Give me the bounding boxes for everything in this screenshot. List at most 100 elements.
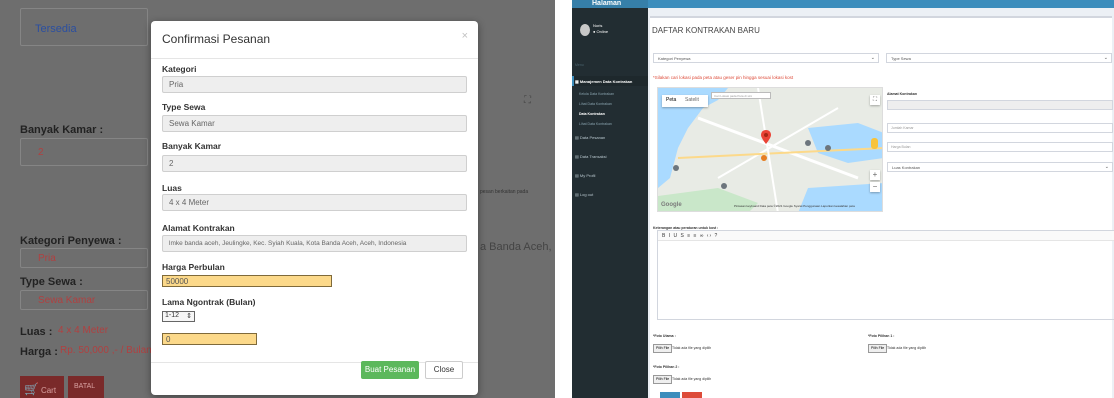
sidebar-item-pesanan[interactable]: ▤ Data Pesanan xyxy=(575,135,605,140)
lama-ngontrak-label: Lama Ngontrak (Bulan) xyxy=(162,297,256,307)
harga-bulan-input[interactable]: Harga Bulan xyxy=(887,142,1113,152)
sidebar-item-lihat-1[interactable]: Lihat Data Kontrakan xyxy=(579,102,612,106)
zoom-out-button[interactable]: − xyxy=(870,182,880,192)
cart-button[interactable]: 🛒 Cart xyxy=(20,376,64,398)
sidebar-item-logout[interactable]: ▤ Log out xyxy=(575,192,593,197)
type-sewa-select[interactable]: Type Sewa ⌄ xyxy=(886,53,1112,63)
harga-perbulan-field[interactable]: 50000 xyxy=(162,275,332,287)
bg-type-sewa-value: Sewa Kamar xyxy=(38,295,96,306)
chevron-down-icon: ⌄ xyxy=(870,55,875,61)
select-arrow-icon: ⇕ xyxy=(186,313,192,320)
kategori-penyewa-select[interactable]: Kategori Penyewa ⌄ xyxy=(653,53,879,63)
sidebar-item-manajemen[interactable]: ▦ Manajemen Data Kontrakan xyxy=(575,79,632,84)
sidebar-item-profil[interactable]: ▤ My Profil xyxy=(575,173,595,178)
bg-type-sewa-box: Sewa Kamar xyxy=(20,290,148,310)
foto-utama-label: *Foto Utama : xyxy=(653,334,676,338)
expand-icon[interactable]: ⛶ xyxy=(524,95,531,106)
bg-kategori-box: Pria xyxy=(20,248,148,268)
foto-utama-file-button[interactable]: Pilih File xyxy=(653,344,673,353)
sidebar: Noris ● Online Menu ▦ Manajemen Data Kon… xyxy=(572,8,648,398)
batal-button[interactable]: BATAL xyxy=(68,376,104,398)
sidebar-item-label: Data Pesanan xyxy=(579,135,606,140)
bg-banyak-kamar-value: 2 xyxy=(38,147,44,158)
alamat-kontrakan-label: Alamat Kontrakan xyxy=(887,92,917,96)
foto-pilihan2-file-button[interactable]: Pilih File xyxy=(653,375,673,384)
kategori-label: Kategori xyxy=(162,64,197,74)
bg-type-sewa-label: Type Sewa : xyxy=(20,276,83,288)
bg-banyak-kamar-label: Banyak Kamar : xyxy=(20,124,104,136)
kategori-field[interactable]: Pria xyxy=(162,76,467,93)
type-sewa-label: Type Sewa xyxy=(162,102,206,112)
bg-kategori-value: Pria xyxy=(38,253,56,264)
admin-dashboard-screen: Halaman Noris ● Online Menu ▦ Manajemen … xyxy=(572,0,1114,398)
foto-pilihan1-label: *Foto Pilihan 1 : xyxy=(868,334,895,338)
close-icon[interactable]: × xyxy=(462,30,468,42)
cart-button-label: Cart xyxy=(40,386,57,395)
chevron-down-icon: ⌄ xyxy=(1104,164,1109,170)
status-value: Tersedia xyxy=(35,23,77,35)
foto-pilihan1-file-status: Tidak ada file yang dipilih xyxy=(887,346,927,350)
alamat-kontrakan-input[interactable] xyxy=(887,100,1113,110)
sidebar-item-transaksi[interactable]: ▤ Data Transaksi xyxy=(575,154,607,159)
foto-pilihan2-file-status: Tidak ada file yang dipilih xyxy=(672,377,712,381)
reset-button[interactable] xyxy=(682,392,702,398)
luas-select-value: Luas Kontrakan xyxy=(892,165,921,170)
bg-harga-label: Harga : xyxy=(20,346,58,358)
banyak-kamar-field[interactable]: 2 xyxy=(162,155,467,172)
sidebar-item-label: My Profil xyxy=(579,173,596,178)
buat-pesanan-button[interactable]: Buat Pesanan xyxy=(361,361,419,379)
modal-title: Confirmasi Pesanan xyxy=(162,32,271,46)
sidebar-item-lihat-2[interactable]: Lihat Data Kontrakan xyxy=(579,122,612,126)
avatar xyxy=(580,24,590,36)
brand-logo[interactable]: Halaman xyxy=(572,0,648,8)
user-status: ● Online xyxy=(593,29,609,34)
editor-toolbar[interactable]: B I U S ≡ ≡ ∞ ‹› ? xyxy=(658,231,1114,241)
kategori-select-value: Kategori Penyewa xyxy=(658,56,691,61)
zoom-in-button[interactable]: + xyxy=(870,170,880,180)
map-type-tabs: Peta Satelit xyxy=(662,95,708,107)
foto-pilihan2-label: *Foto Pilihan 2 : xyxy=(653,365,680,369)
save-button[interactable] xyxy=(660,392,680,398)
luas-kontrakan-select[interactable]: Luas Kontrakan ⌄ xyxy=(887,162,1113,172)
status-box: Tersedia xyxy=(20,8,148,46)
sidebar-item-kelola[interactable]: Kelola Data Kontrakan xyxy=(579,92,614,96)
sidebar-item-label: Log out xyxy=(579,192,594,197)
fullscreen-icon[interactable]: ⛶ xyxy=(870,95,880,105)
sidebar-item-label: Manajemen Data Kontrakan xyxy=(579,79,633,84)
close-button[interactable]: Close xyxy=(425,361,463,379)
total-field[interactable]: 0 xyxy=(162,333,257,345)
foto-utama-file-status: Tidak ada file yang dipilih xyxy=(672,346,712,350)
bg-kategori-label: Kategori Penyewa : xyxy=(20,235,122,247)
luas-field[interactable]: 4 x 4 Meter xyxy=(162,194,467,211)
sidebar-item-label: Data Transaksi xyxy=(579,154,607,159)
type-sewa-field[interactable]: Sewa Kamar xyxy=(162,115,467,132)
map-attribution[interactable]: Pintasan keyboard Data peta ©2021 Google… xyxy=(734,204,855,208)
keterangan-editor[interactable]: B I U S ≡ ≡ ∞ ‹› ? xyxy=(657,230,1114,320)
map-tab-satelit[interactable]: Satelit xyxy=(685,97,699,103)
sidebar-item-data-kontrakan[interactable]: Data Kontrakan xyxy=(579,112,605,116)
bg-luas-label: Luas : xyxy=(20,326,53,338)
alamat-field[interactable]: lmke banda aceh, Jeulingke, Kec. Syiah K… xyxy=(162,235,467,252)
location-map[interactable]: Peta Satelit Cari Lokasi pada Peta di si… xyxy=(657,87,883,212)
luas-label: Luas xyxy=(162,183,182,193)
map-instruction-note: *Silakan cari lokasi pada peta atau gese… xyxy=(653,75,794,80)
map-search-input[interactable]: Cari Lokasi pada Peta di sini xyxy=(711,92,771,99)
google-logo: Google xyxy=(661,202,682,208)
jumlah-kamar-input[interactable]: Jumlah Kamar xyxy=(887,123,1113,133)
confirm-order-modal: Confirmasi Pesanan × Kategori Pria Type … xyxy=(151,21,478,395)
bg-address-partial: a Banda Aceh, xyxy=(480,241,552,253)
modal-header: Confirmasi Pesanan × xyxy=(151,21,478,59)
map-pin-icon[interactable] xyxy=(761,130,771,144)
foto-pilihan1-file-button[interactable]: Pilih File xyxy=(868,344,888,353)
harga-perbulan-label: Harga Perbulan xyxy=(162,262,225,272)
bg-banyak-kamar-box: 2 xyxy=(20,138,148,166)
type-select-value: Type Sewa xyxy=(891,56,911,61)
page-title: DAFTAR KONTRAKAN BARU xyxy=(652,26,760,35)
map-tab-peta[interactable]: Peta xyxy=(666,97,676,103)
cart-icon: 🛒 xyxy=(24,382,39,396)
bg-harga-value: Rp. 50,000 ,- / Bulan xyxy=(60,345,152,356)
sidebar-header: Menu xyxy=(575,63,584,67)
bg-luas-value: 4 x 4 Meter xyxy=(58,325,109,336)
pegman-icon[interactable] xyxy=(871,138,878,149)
lama-ngontrak-select[interactable]: 1-12 ⇕ xyxy=(162,311,195,322)
